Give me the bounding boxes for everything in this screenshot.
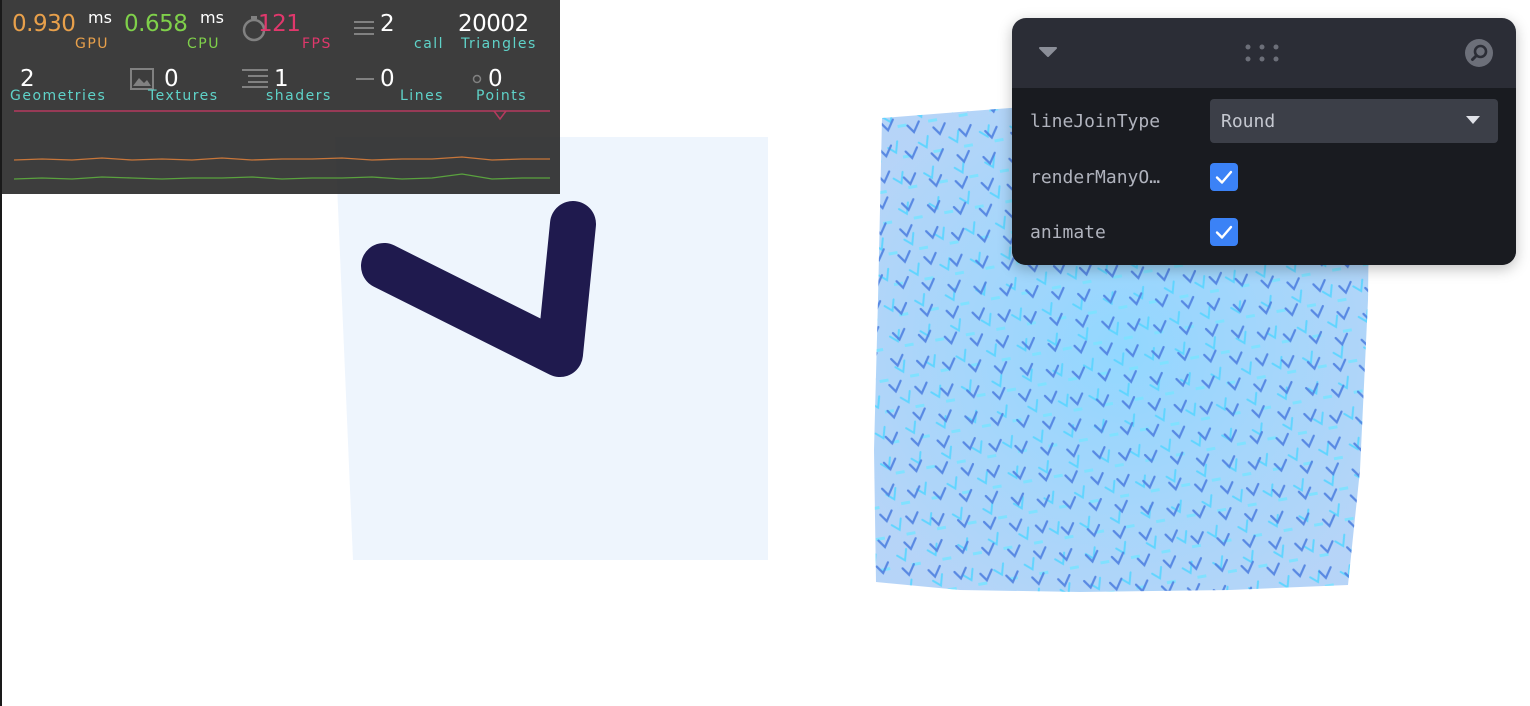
animate-label: animate xyxy=(1030,222,1106,243)
animate-row: animate xyxy=(1012,210,1516,254)
list-icon xyxy=(354,21,374,35)
line-join-type-row: lineJoinType Round xyxy=(1012,99,1516,143)
shaders-label: shaders xyxy=(266,88,332,104)
gpu-value: 0.930 xyxy=(12,11,76,37)
code-lines-icon xyxy=(242,69,268,88)
collapse-chevron-icon[interactable] xyxy=(1038,46,1058,58)
point-icon xyxy=(472,74,482,84)
triangles-label: Triangles xyxy=(461,36,537,52)
cpu-value: 0.658 xyxy=(124,11,188,37)
controls-panel: lineJoinType Round renderManyO… animate xyxy=(1012,18,1516,265)
line-join-type-value: Round xyxy=(1221,111,1276,132)
performance-graph xyxy=(13,110,550,180)
controls-body: lineJoinType Round renderManyO… animate xyxy=(1012,88,1516,265)
line-join-type-label: lineJoinType xyxy=(1030,111,1161,132)
geometries-label: Geometries xyxy=(10,88,107,104)
animate-checkbox[interactable] xyxy=(1210,218,1238,246)
checkmark-icon xyxy=(1215,170,1233,184)
checkmark-icon xyxy=(1215,225,1233,239)
fps-value: 121 xyxy=(258,11,301,37)
line-icon xyxy=(356,78,374,80)
drag-handle-icon[interactable] xyxy=(1244,43,1284,63)
render-many-checkbox[interactable] xyxy=(1210,163,1238,191)
gpu-label: GPU xyxy=(75,36,110,52)
lines-value: 0 xyxy=(380,66,395,92)
controls-header[interactable] xyxy=(1012,18,1516,88)
calls-value: 2 xyxy=(380,11,395,37)
render-many-row: renderManyO… xyxy=(1012,155,1516,199)
textures-label: Textures xyxy=(148,88,219,104)
line-join-type-select[interactable]: Round xyxy=(1210,99,1498,143)
gpu-unit: ms xyxy=(88,8,112,27)
dropdown-arrow-icon xyxy=(1466,116,1480,124)
lines-label: Lines xyxy=(400,88,444,104)
calls-label: call xyxy=(414,36,445,52)
image-icon xyxy=(130,68,154,90)
cpu-label: CPU xyxy=(187,36,220,52)
search-icon[interactable] xyxy=(1464,38,1494,68)
points-label: Points xyxy=(476,88,528,104)
fps-label: FPS xyxy=(302,36,332,52)
triangles-value: 20002 xyxy=(458,11,529,37)
cpu-unit: ms xyxy=(200,8,224,27)
render-many-label: renderManyO… xyxy=(1030,167,1161,188)
stats-panel: 0.930 ms GPU 0.658 ms CPU 121 FPS 2 call… xyxy=(2,0,560,194)
